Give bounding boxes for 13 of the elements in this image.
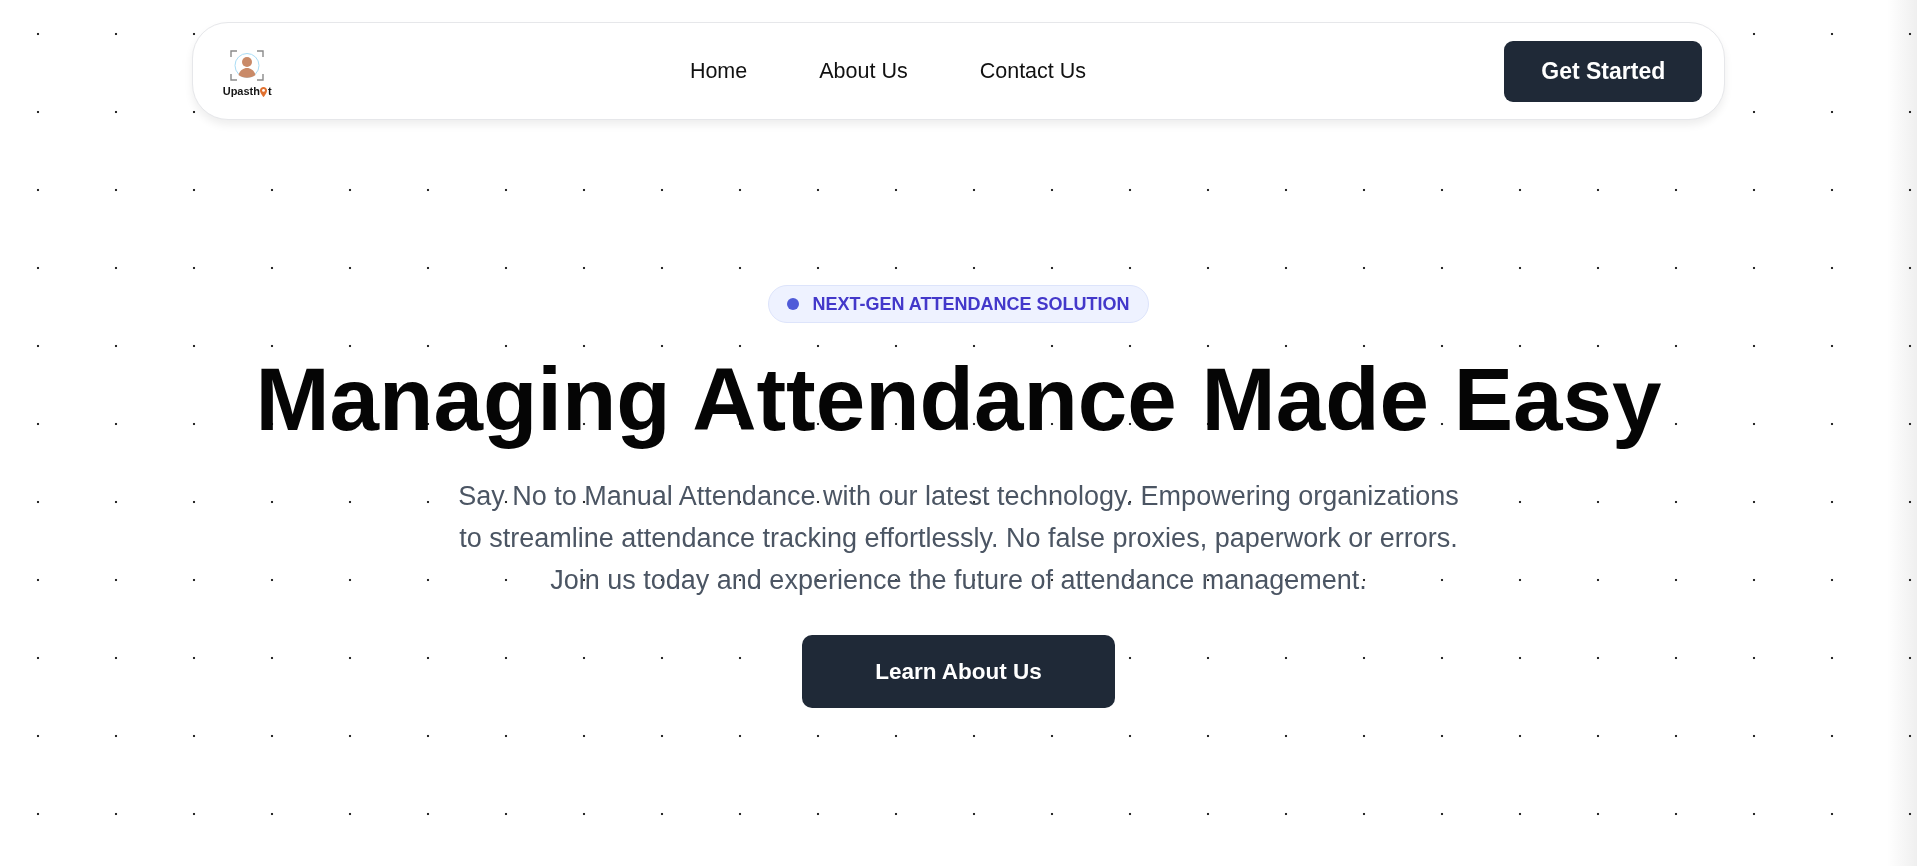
logo-text: t [268,85,272,97]
badge-text: NEXT-GEN ATTENDANCE SOLUTION [812,295,1130,313]
hero-description: Say No to Manual Attendance with our latest technology. Empowering organizations to streamline attendance tracking effortlessly. No false proxies, paperwork or errors. Join us today and experience the future of attendance management. [457,480,1460,597]
dot-icon [787,298,800,310]
learn-about-us-button[interactable]: Learn About Us [802,635,1115,708]
user-scan-icon [230,49,265,81]
nav-link[interactable]: About Us [819,58,908,84]
nav-link[interactable]: Home [689,58,748,84]
map-pin-icon [260,86,268,97]
logo-text: Upasth [222,85,260,97]
get-started-button[interactable]: Get Started [1504,40,1703,102]
nav-link[interactable]: Contact Us [979,58,1087,84]
hero-heading: Managing Attendance Made Easy [255,348,1662,450]
